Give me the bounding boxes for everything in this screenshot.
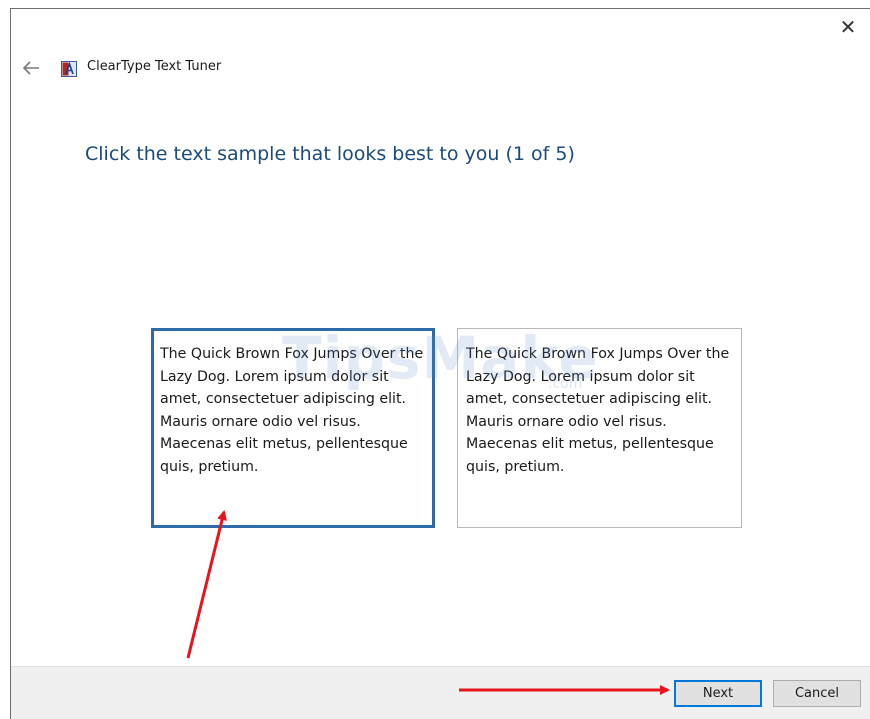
back-arrow-icon[interactable] <box>18 55 44 81</box>
sample-1-text: The Quick Brown Fox Jumps Over the Lazy … <box>160 346 424 475</box>
page-heading: Click the text sample that looks best to… <box>85 143 575 165</box>
next-button[interactable]: Next <box>674 680 762 707</box>
sample-2-text: The Quick Brown Fox Jumps Over the Lazy … <box>466 346 730 475</box>
text-sample-2[interactable]: The Quick Brown Fox Jumps Over the Lazy … <box>457 328 742 528</box>
close-icon[interactable]: ✕ <box>835 14 861 40</box>
window-title: ClearType Text Tuner <box>87 59 222 74</box>
text-sample-1[interactable]: The Quick Brown Fox Jumps Over the Lazy … <box>151 328 435 528</box>
cancel-button[interactable]: Cancel <box>773 680 861 707</box>
cleartype-app-icon <box>61 61 77 77</box>
